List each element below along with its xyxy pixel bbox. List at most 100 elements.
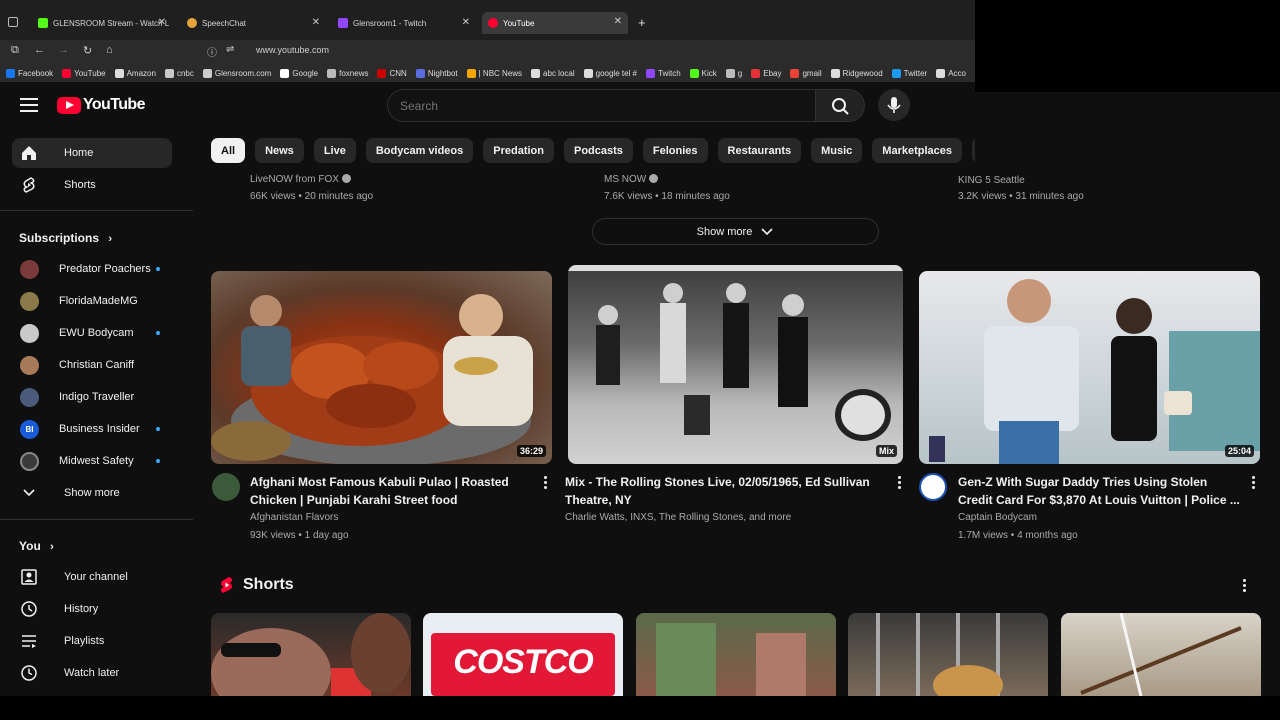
bookmark-item[interactable]: YouTube [62,68,106,78]
bookmark-item[interactable]: Nightbot [415,68,458,78]
sidebar-show-more[interactable]: Show more [12,478,172,508]
subscriptions-heading[interactable]: Subscriptions › [19,231,112,245]
video-thumbnail[interactable]: 36:29 [211,271,552,464]
close-tab-icon[interactable]: ✕ [312,17,320,28]
close-tab-icon[interactable]: ✕ [462,17,470,28]
bookmark-item[interactable]: Facebook [6,68,53,78]
bookmark-item[interactable]: Google [280,68,318,78]
sidebar-item-indigo-traveller[interactable]: Indigo Traveller [12,382,172,412]
youtube-logo[interactable]: YouTube [57,96,145,114]
permissions-icon[interactable]: ⇌ [226,44,234,55]
filter-chip[interactable]: Live [313,138,356,163]
short-thumbnail[interactable] [211,613,411,696]
bookmark-item[interactable]: Twitch [646,68,681,78]
chevron-down-icon [761,227,773,235]
you-heading[interactable]: You › [19,539,54,553]
channel-name[interactable]: KING 5 Seattle [958,175,1025,186]
bookmark-item[interactable]: cnbc [164,68,194,78]
channel-name[interactable]: LiveNOW from FOX [250,174,351,185]
close-tab-icon[interactable]: ✕ [614,16,622,27]
sidebar-item-shorts[interactable]: Shorts [12,170,172,200]
bookmark-item[interactable]: | NBC News [466,68,522,78]
back-icon[interactable]: ← [34,44,45,56]
more-options-icon[interactable] [544,476,548,491]
channel-name[interactable]: MS NOW [604,174,659,185]
search-input[interactable] [388,90,815,121]
sidebar-item-floridamademg[interactable]: FloridaMadeMG [12,286,172,316]
tab-actions-icon[interactable] [8,17,18,27]
tab-speechchat[interactable]: SpeechChat ✕ [181,13,326,33]
filter-chip[interactable]: Music [811,138,863,163]
bookmark-item[interactable]: Ebay [751,68,781,78]
filter-chip[interactable]: Podcasts [563,138,633,163]
new-tab-button[interactable]: + [638,15,646,30]
video-title[interactable]: Gen-Z With Sugar Daddy Tries Using Stole… [958,473,1243,509]
voice-search-button[interactable] [878,89,910,121]
bookmark-item[interactable]: Twitter [891,68,927,78]
filter-chip[interactable]: News [255,138,304,163]
history-icon [20,600,38,618]
video-title[interactable]: Mix - The Rolling Stones Live, 02/05/196… [565,473,885,509]
filter-chip[interactable]: Bodycam videos [365,138,474,163]
more-options-icon[interactable] [1252,476,1256,491]
filter-chip[interactable]: Restaurants [717,138,802,163]
tab-youtube[interactable]: YouTube ✕ [482,12,628,34]
short-thumbnail[interactable] [1061,613,1261,696]
close-tab-icon[interactable]: ✕ [158,17,166,28]
more-options-icon[interactable] [898,476,902,491]
shorts-more-options-icon[interactable] [1243,579,1247,594]
sidebar-toggle-icon[interactable]: ⧉ [11,44,19,57]
bookmark-item[interactable]: Amazon [114,68,156,78]
tab-glensroom-kick[interactable]: GLENSROOM Stream - Watch L ✕ [32,13,172,33]
bookmark-item[interactable]: Ridgewood [830,68,883,78]
sidebar-item-business-insider[interactable]: BI Business Insider [12,414,172,444]
filter-chip[interactable]: All [211,138,246,163]
video-duration: Mix [875,445,897,457]
chevron-down-icon [20,484,38,502]
filter-chip[interactable]: Felonies [642,138,708,163]
sidebar-item-ewu-bodycam[interactable]: EWU Bodycam [12,318,172,348]
filter-chip[interactable]: Predation [483,138,554,163]
channel-name[interactable]: Captain Bodycam [958,512,1037,523]
channel-name[interactable]: Afghanistan Flavors [250,512,338,523]
video-thumbnail[interactable]: 25:04 [919,271,1260,464]
search-button[interactable] [815,89,865,122]
bookmark-item[interactable]: abc local [531,68,575,78]
sidebar-item-midwest-safety[interactable]: Midwest Safety [12,446,172,476]
url-field[interactable]: www.youtube.com [256,45,329,55]
menu-icon[interactable] [20,98,38,112]
sidebar-item-playlists[interactable]: Playlists [12,626,172,656]
bookmark-item[interactable]: Kick [689,68,717,78]
bookmark-item[interactable]: foxnews [327,68,368,78]
channel-avatar[interactable] [212,473,240,501]
video-meta: 93K views • 1 day ago [250,530,349,541]
short-thumbnail[interactable] [848,613,1048,696]
channel-avatar[interactable] [919,473,947,501]
bookmark-item[interactable]: Glensroom.com [202,68,271,78]
short-thumbnail[interactable] [636,613,836,696]
forward-icon[interactable]: → [58,44,69,56]
short-thumbnail[interactable]: COSTCO [423,613,623,696]
sidebar-item-history[interactable]: History [12,594,172,624]
site-info-icon[interactable]: ⓘ [207,44,217,59]
sidebar-item-watch-later[interactable]: Watch later [12,658,172,688]
video-thumbnail[interactable]: Mix [568,265,903,464]
sidebar-item-predator-poachers[interactable]: Predator Poachers [12,254,172,284]
sidebar-item-christian-caniff[interactable]: Christian Caniff [12,350,172,380]
video-title[interactable]: Afghani Most Famous Kabuli Pulao | Roast… [250,473,530,509]
tab-twitch[interactable]: Glensroom1 - Twitch ✕ [332,13,476,33]
reload-icon[interactable]: ↻ [83,44,92,57]
bookmark-item[interactable]: Acco [936,68,966,78]
home-browser-icon[interactable]: ⌂ [106,44,113,56]
sidebar-item-your-channel[interactable]: Your channel [12,562,172,592]
bookmark-item[interactable]: CNN [377,68,407,78]
show-more-button[interactable]: Show more [592,218,879,245]
bookmark-item[interactable]: g [725,68,742,78]
filter-chip[interactable]: Marketplaces [872,138,963,163]
channel-name[interactable]: Charlie Watts, INXS, The Rolling Stones,… [565,512,791,523]
sidebar-item-home[interactable]: Home [12,138,172,168]
bookmark-item[interactable]: gmail [790,68,822,78]
filter-chip[interactable]: Mixe [972,138,975,163]
bookmark-item[interactable]: google tel # [583,68,637,78]
address-bar [0,40,975,64]
